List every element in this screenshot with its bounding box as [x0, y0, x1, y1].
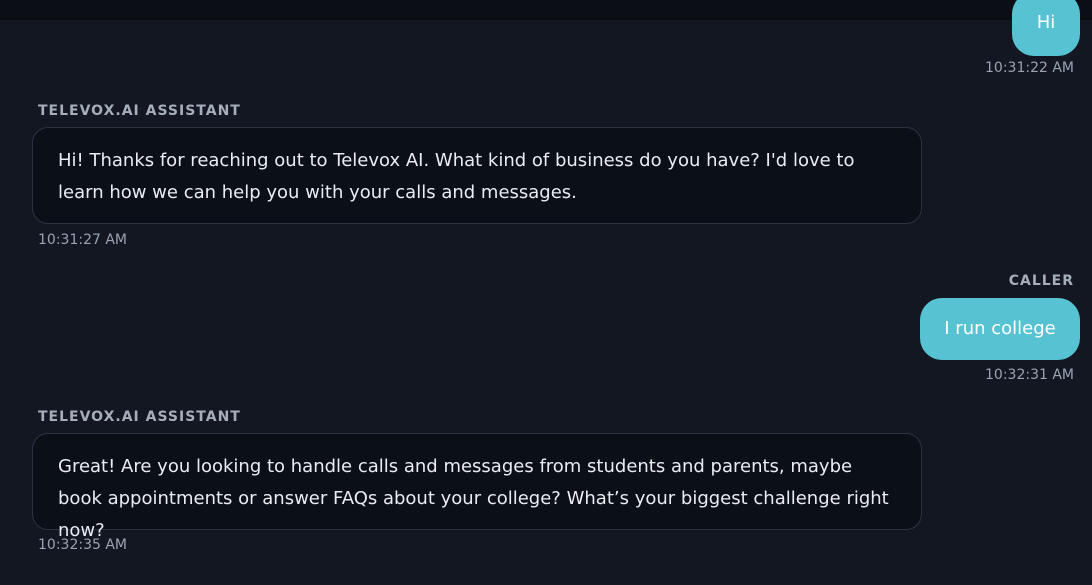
- assistant-message-bubble: Great! Are you looking to handle calls a…: [32, 433, 922, 541]
- caller-message-bubble: I run college: [920, 298, 1080, 360]
- assistant-message-text: Great! Are you looking to handle calls a…: [58, 456, 889, 541]
- caller-message-bubble: Hi: [1012, 0, 1080, 56]
- caller-message-text: Hi: [1036, 12, 1056, 33]
- message-timestamp: 10:32:31 AM: [985, 367, 1074, 383]
- message-timestamp: 10:32:35 AM: [38, 537, 127, 553]
- assistant-sender-label: TELEVOX.AI ASSISTANT: [38, 103, 241, 119]
- chat-transcript: Hi 10:31:22 AM TELEVOX.AI ASSISTANT Hi! …: [0, 0, 1092, 585]
- caller-message-text: I run college: [944, 318, 1056, 339]
- assistant-sender-label: TELEVOX.AI ASSISTANT: [38, 409, 241, 425]
- caller-sender-label: CALLER: [1008, 273, 1074, 289]
- assistant-message-bubble: Hi! Thanks for reaching out to Televox A…: [32, 127, 922, 224]
- message-timestamp: 10:31:22 AM: [985, 60, 1074, 76]
- assistant-message-text: Hi! Thanks for reaching out to Televox A…: [58, 150, 855, 203]
- message-timestamp: 10:31:27 AM: [38, 232, 127, 248]
